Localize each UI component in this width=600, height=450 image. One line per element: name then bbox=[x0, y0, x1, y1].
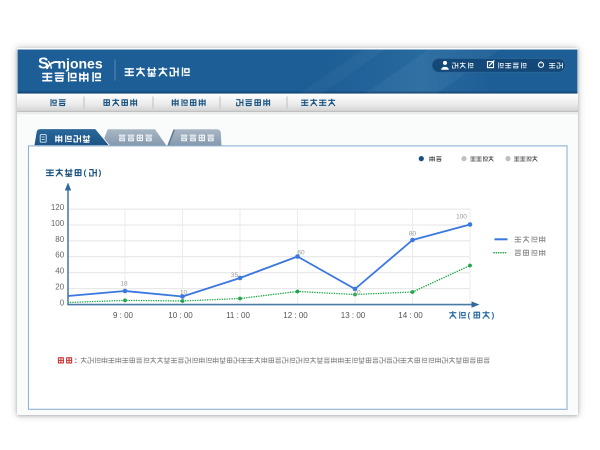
svg-text:0: 0 bbox=[60, 298, 65, 307]
svg-text:9 : 00: 9 : 00 bbox=[113, 311, 134, 320]
svg-text:120: 120 bbox=[51, 203, 65, 212]
svg-text:40: 40 bbox=[55, 267, 64, 276]
svg-text:10: 10 bbox=[353, 290, 361, 297]
svg-text:10: 10 bbox=[180, 289, 188, 296]
svg-text:20: 20 bbox=[55, 283, 64, 292]
svg-text:100: 100 bbox=[51, 219, 65, 228]
svg-text::: : bbox=[75, 356, 78, 365]
svg-text:11 : 00: 11 : 00 bbox=[226, 311, 250, 320]
svg-text:14 : 00: 14 : 00 bbox=[398, 311, 423, 320]
svg-text:): ) bbox=[492, 310, 495, 320]
svg-text:35: 35 bbox=[231, 272, 239, 279]
svg-text:60: 60 bbox=[55, 251, 64, 260]
svg-text:njones: njones bbox=[58, 56, 103, 72]
svg-text:100: 100 bbox=[456, 214, 467, 221]
svg-text:(: ( bbox=[84, 168, 87, 178]
svg-text:12 : 00: 12 : 00 bbox=[283, 311, 308, 320]
svg-text:60: 60 bbox=[297, 249, 305, 256]
svg-text:(: ( bbox=[468, 310, 471, 320]
svg-text:18: 18 bbox=[120, 281, 128, 288]
svg-text:80: 80 bbox=[409, 231, 417, 238]
svg-text:80: 80 bbox=[55, 235, 64, 244]
svg-text:): ) bbox=[99, 168, 102, 178]
svg-text:13 : 00: 13 : 00 bbox=[341, 311, 366, 320]
svg-text:S: S bbox=[38, 56, 49, 73]
svg-text:10 : 00: 10 : 00 bbox=[168, 311, 193, 320]
